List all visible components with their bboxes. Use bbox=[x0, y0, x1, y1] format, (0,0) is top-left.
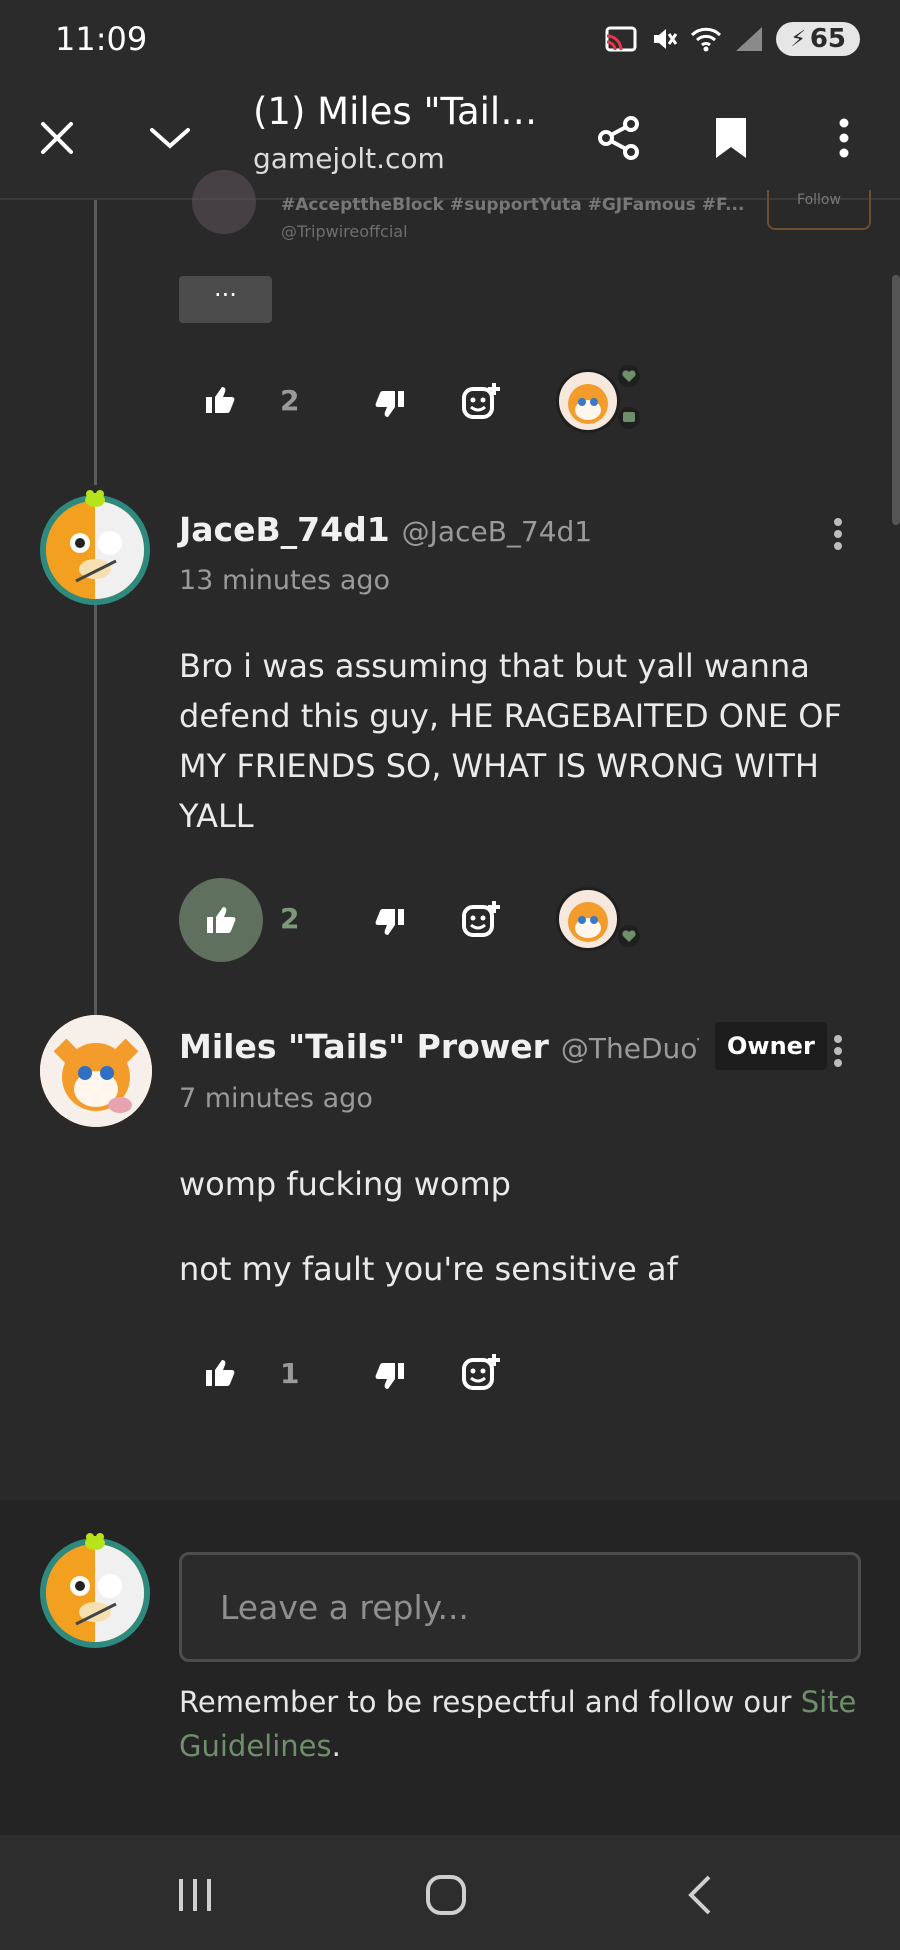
add-reaction-icon bbox=[462, 1354, 500, 1390]
recents-icon bbox=[179, 1879, 211, 1911]
thumbs-down-icon bbox=[375, 391, 404, 417]
comment-time[interactable]: 7 minutes ago bbox=[179, 1083, 373, 1114]
owner-badge: Owner bbox=[715, 1022, 827, 1070]
comment-body-line: womp fucking womp bbox=[179, 1165, 511, 1203]
comment-header: Miles "Tails" Prower @TheDuoT... bbox=[179, 1027, 699, 1066]
heart-icon bbox=[618, 925, 640, 947]
frog-badge-icon bbox=[85, 490, 105, 507]
add-reaction-button[interactable] bbox=[459, 898, 503, 942]
thumbs-up-icon bbox=[206, 1360, 235, 1386]
reply-section: Remember to be respectful and follow our… bbox=[0, 1500, 900, 1835]
reply-input[interactable] bbox=[179, 1552, 861, 1662]
add-reaction-icon bbox=[462, 383, 500, 419]
comments-content: #AccepttheBlock #supportYuta #GJFamous #… bbox=[0, 0, 900, 1390]
comment-body: Bro i was assuming that but yall wanna d… bbox=[179, 647, 842, 835]
comment-time[interactable]: 13 minutes ago bbox=[179, 565, 390, 596]
thread-line bbox=[94, 200, 97, 485]
reaction-cluster[interactable] bbox=[546, 365, 656, 435]
user-handle[interactable]: @TheDuoT... bbox=[561, 1032, 699, 1065]
reactor-avatar bbox=[556, 369, 620, 433]
chat-icon bbox=[618, 407, 640, 429]
back-button[interactable] bbox=[670, 1865, 730, 1925]
thumbs-up-icon bbox=[206, 387, 235, 413]
dislike-button[interactable] bbox=[370, 902, 410, 942]
thumbs-down-icon bbox=[375, 909, 404, 935]
like-button[interactable] bbox=[200, 380, 240, 420]
add-reaction-icon bbox=[462, 901, 500, 937]
like-count: 2 bbox=[280, 383, 300, 417]
follow-button[interactable]: Follow bbox=[767, 190, 871, 230]
heart-icon bbox=[618, 365, 640, 387]
add-reaction-button[interactable] bbox=[459, 380, 503, 424]
navigation-bar bbox=[0, 1835, 900, 1950]
username[interactable]: Miles "Tails" Prower bbox=[179, 1027, 549, 1066]
comment-body-line: not my fault you're sensitive af bbox=[179, 1250, 678, 1288]
home-button[interactable] bbox=[416, 1865, 476, 1925]
reactor-avatar bbox=[556, 887, 620, 951]
avatar[interactable] bbox=[40, 495, 150, 605]
comment-options-button[interactable] bbox=[823, 514, 853, 554]
comment-header: JaceB_74d1 @JaceB_74d1 bbox=[179, 510, 592, 549]
guidelines-suffix: . bbox=[331, 1729, 341, 1763]
back-icon bbox=[688, 1875, 711, 1915]
thumbs-up-icon bbox=[207, 907, 236, 933]
add-reaction-button[interactable] bbox=[459, 1351, 503, 1395]
avatar[interactable] bbox=[40, 1538, 150, 1648]
like-button[interactable] bbox=[179, 878, 263, 962]
avatar[interactable] bbox=[40, 1015, 152, 1127]
reaction-cluster[interactable] bbox=[546, 883, 656, 953]
guidelines-prefix: Remember to be respectful and follow our bbox=[179, 1685, 801, 1719]
like-count: 1 bbox=[280, 1356, 300, 1390]
guidelines-notice: Remember to be respectful and follow our… bbox=[179, 1680, 859, 1768]
post-tags: #AccepttheBlock #supportYuta #GJFamous #… bbox=[281, 195, 745, 215]
recents-button[interactable] bbox=[165, 1865, 225, 1925]
dislike-button[interactable] bbox=[370, 1356, 410, 1396]
home-icon bbox=[426, 1875, 466, 1915]
dislike-button[interactable] bbox=[370, 384, 410, 424]
like-button[interactable] bbox=[200, 1353, 240, 1393]
thumbs-down-icon bbox=[375, 1363, 404, 1389]
like-count: 2 bbox=[280, 901, 300, 935]
username[interactable]: JaceB_74d1 bbox=[179, 510, 390, 549]
avatar[interactable] bbox=[192, 170, 256, 234]
user-handle[interactable]: @JaceB_74d1 bbox=[402, 515, 592, 548]
post-handle[interactable]: @Tripwireoffcial bbox=[281, 222, 408, 241]
frog-badge-icon bbox=[85, 1533, 105, 1550]
comment-options-button[interactable] bbox=[823, 1031, 853, 1071]
thread-line bbox=[94, 600, 97, 1018]
show-more-button[interactable]: ··· bbox=[179, 276, 272, 323]
scrollbar[interactable] bbox=[892, 275, 900, 525]
